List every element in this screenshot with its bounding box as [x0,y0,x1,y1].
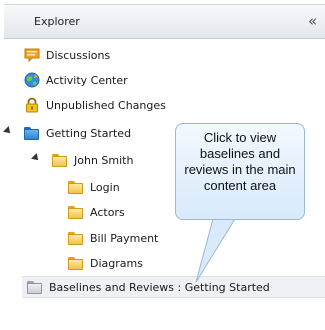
collapse-panel-button[interactable]: « [308,12,317,30]
folder-icon [68,255,84,271]
padlock-icon [24,97,40,113]
explorer-title: Explorer [34,15,80,28]
folder-icon [27,279,43,295]
tree-item-bill-payment[interactable]: Bill Payment [68,226,158,250]
expand-toggle-icon[interactable] [3,126,13,136]
tree-item-label: Getting Started [46,126,132,140]
callout-tooltip: Click to view baselines and reviews in t… [175,123,305,220]
tree-item-activity-center[interactable]: Activity Center [24,68,128,92]
tree-item-diagrams[interactable]: Diagrams [68,251,143,275]
folder-icon [68,230,84,246]
tree-item-label: John Smith [74,153,134,167]
tree-item-discussions[interactable]: Discussions [24,43,110,67]
tree-item-label: Activity Center [46,73,128,87]
tree-item-unpublished-changes[interactable]: Unpublished Changes [24,93,166,117]
expand-toggle-icon[interactable] [31,153,41,163]
tree-item-login[interactable]: Login [68,175,120,199]
folder-icon [68,179,84,195]
folder-icon [52,152,68,168]
tree-item-label: Diagrams [90,256,143,270]
folder-icon [68,204,84,220]
tree-item-label: Actors [90,205,125,219]
callout-text: Click to view baselines and reviews in t… [184,130,296,193]
explorer-header: Explorer « [4,4,325,39]
globe-icon [24,72,40,88]
tree-item-label: Baselines and Reviews : Getting Started [49,280,270,294]
tree-item-label: Unpublished Changes [46,98,166,112]
tree-item-actors[interactable]: Actors [68,200,125,224]
tree-item-john-smith[interactable]: John Smith [52,148,133,172]
explorer-panel: Explorer « Discussions Activity Center U… [0,0,325,330]
tree-item-label: Login [90,180,120,194]
tree-item-label: Discussions [46,48,111,62]
tree-item-label: Bill Payment [90,231,159,245]
tree-item-baselines-reviews[interactable]: Baselines and Reviews : Getting Started [27,275,270,299]
folder-icon [24,125,40,141]
speech-bubble-icon [24,47,40,63]
tree-item-getting-started[interactable]: Getting Started [24,121,131,145]
